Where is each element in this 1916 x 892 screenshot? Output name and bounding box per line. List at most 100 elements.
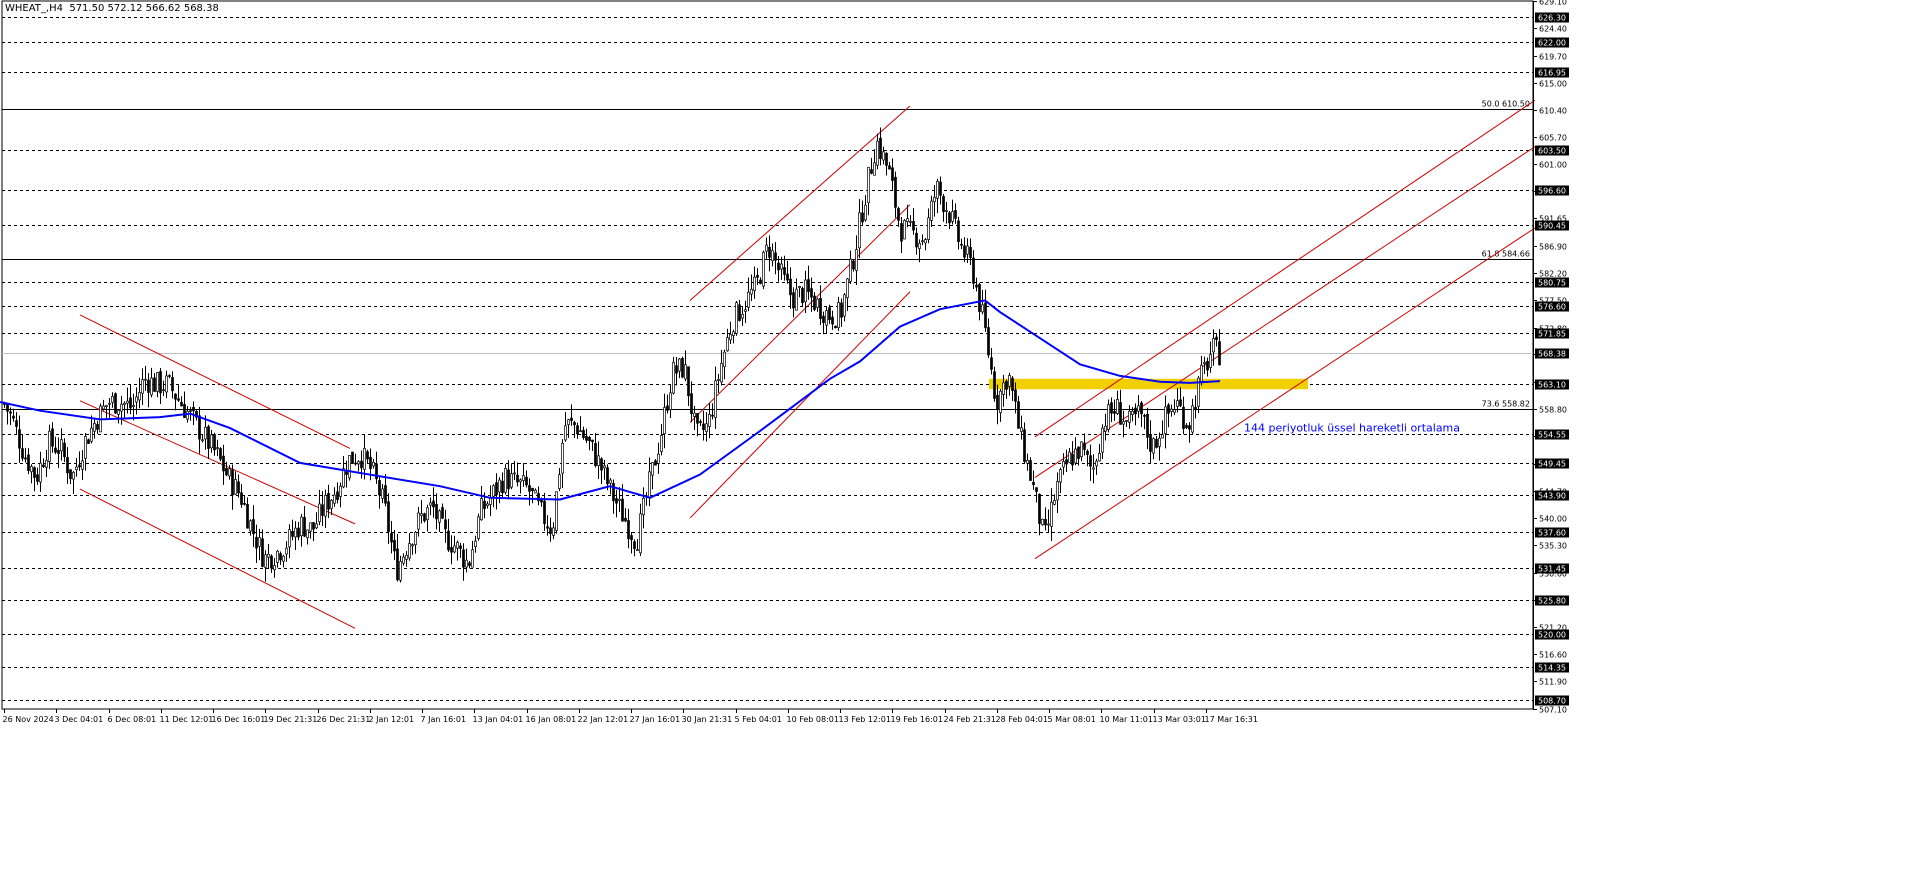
candle-bear <box>366 451 369 460</box>
candle-bear <box>1017 401 1020 429</box>
chart-plot[interactable]: 50.0 610.50 61.8 584.66 73.6 558.82 144 per… <box>0 0 1916 888</box>
candle-bull <box>933 196 936 203</box>
time-label: 26 Dec 21:31 <box>317 715 371 724</box>
time-label: 11 Dec 12:01 <box>160 715 214 724</box>
candle-bull <box>1026 459 1029 464</box>
candle-bear <box>1023 429 1026 462</box>
level-label: 508.70 <box>1538 697 1566 706</box>
candle-bear <box>666 405 669 411</box>
candle-bear <box>168 375 171 377</box>
candle-bull <box>306 529 309 539</box>
candle-bull <box>579 430 582 433</box>
candle-bear <box>501 480 504 494</box>
candle-bear <box>1014 389 1017 402</box>
candle-bull <box>234 479 237 495</box>
candle-bull <box>1074 448 1077 464</box>
price-tick-label: 615.00 <box>1539 80 1567 89</box>
candle-bull <box>678 358 681 372</box>
candle-bull <box>1122 421 1125 425</box>
candle-bull <box>753 276 756 291</box>
current-price-label: 568.38 <box>1538 350 1566 359</box>
candle-bull <box>519 479 522 483</box>
candle-bear <box>21 448 24 459</box>
candle-bull <box>201 439 204 442</box>
candle-bull <box>816 298 819 308</box>
candle-bear <box>1206 361 1209 371</box>
candle-bear <box>828 307 831 321</box>
candle-bull <box>660 435 663 452</box>
candle-bear <box>1071 453 1074 466</box>
time-label: 28 Feb 04:01 <box>996 715 1048 724</box>
candle-bear <box>807 279 810 292</box>
candle-bear <box>387 501 390 533</box>
candle-bull <box>714 380 717 418</box>
candle-bull <box>1131 410 1134 415</box>
candle-bear <box>207 426 210 449</box>
candle-bull <box>510 473 513 488</box>
candle-bull <box>411 544 414 547</box>
fib-label: 61.8 584.66 <box>1482 250 1530 259</box>
time-label: 22 Jan 12:01 <box>578 715 629 724</box>
candle-bull <box>513 472 516 475</box>
candle-bear <box>36 474 39 482</box>
candle-bull <box>843 294 846 317</box>
candle-bull <box>216 447 219 450</box>
candle-bull <box>1137 405 1140 412</box>
candle-bear <box>393 540 396 552</box>
candle-bear <box>255 536 258 549</box>
candle-bull <box>663 407 666 435</box>
candle-bull <box>618 498 621 501</box>
candle-bull <box>723 351 726 368</box>
candle-bear <box>1146 413 1149 438</box>
candle-bull <box>726 337 729 352</box>
candle-bull <box>318 503 321 523</box>
candle-bear <box>681 357 684 378</box>
candle-bear <box>528 485 531 492</box>
candle-bear <box>360 460 363 469</box>
candle-bull <box>1056 481 1059 501</box>
ohlc-readout: 571.50 572.12 566.62 568.38 <box>69 3 219 14</box>
price-tick-label: 535.30 <box>1539 542 1567 551</box>
candle-bull <box>300 516 303 537</box>
candle-bear <box>171 377 174 392</box>
level-label: 622.00 <box>1538 39 1566 48</box>
price-tick-label: 619.70 <box>1539 53 1567 62</box>
candle-bull <box>846 278 849 299</box>
candle-bull <box>705 423 708 432</box>
candle-bull <box>1209 354 1212 368</box>
candle-bear <box>624 517 627 522</box>
candle-bull <box>60 439 63 452</box>
time-label: 26 Nov 2024 <box>3 715 54 724</box>
candle-bear <box>444 519 447 530</box>
ema-annotation: 144 periyotluk üssel hareketli ortalama <box>1244 422 1460 435</box>
candle-bull <box>1020 427 1023 432</box>
candle-bull <box>771 250 774 262</box>
candle-bear <box>1113 411 1116 414</box>
candle-bull <box>84 436 87 459</box>
time-label: 16 Dec 16:01 <box>212 715 266 724</box>
time-label: 13 Jan 04:01 <box>473 715 524 724</box>
candle-bull <box>102 405 105 410</box>
candle-bear <box>786 273 789 281</box>
time-label: 5 Feb 04:01 <box>735 715 782 724</box>
candle-bull <box>558 474 561 489</box>
candle-bull <box>108 402 111 405</box>
candle-bull <box>348 455 351 479</box>
candle-bear <box>549 527 552 534</box>
candle-bear <box>768 246 771 258</box>
candle-bull <box>561 442 564 474</box>
candle-bear <box>984 302 987 329</box>
candle-bull <box>729 334 732 341</box>
candle-bear <box>96 424 99 430</box>
price-tick-label: 601.00 <box>1539 161 1567 170</box>
candle-bull <box>1008 375 1011 387</box>
candle-bull <box>402 556 405 564</box>
candle-bull <box>456 542 459 549</box>
candle-bear <box>231 469 234 496</box>
level-label: 537.60 <box>1538 529 1566 538</box>
candle-bull <box>639 513 642 554</box>
candle-bull <box>1047 523 1050 526</box>
candle-bull <box>474 540 477 548</box>
time-label: 2 Jan 12:01 <box>369 715 415 724</box>
candle-bear <box>591 439 594 443</box>
